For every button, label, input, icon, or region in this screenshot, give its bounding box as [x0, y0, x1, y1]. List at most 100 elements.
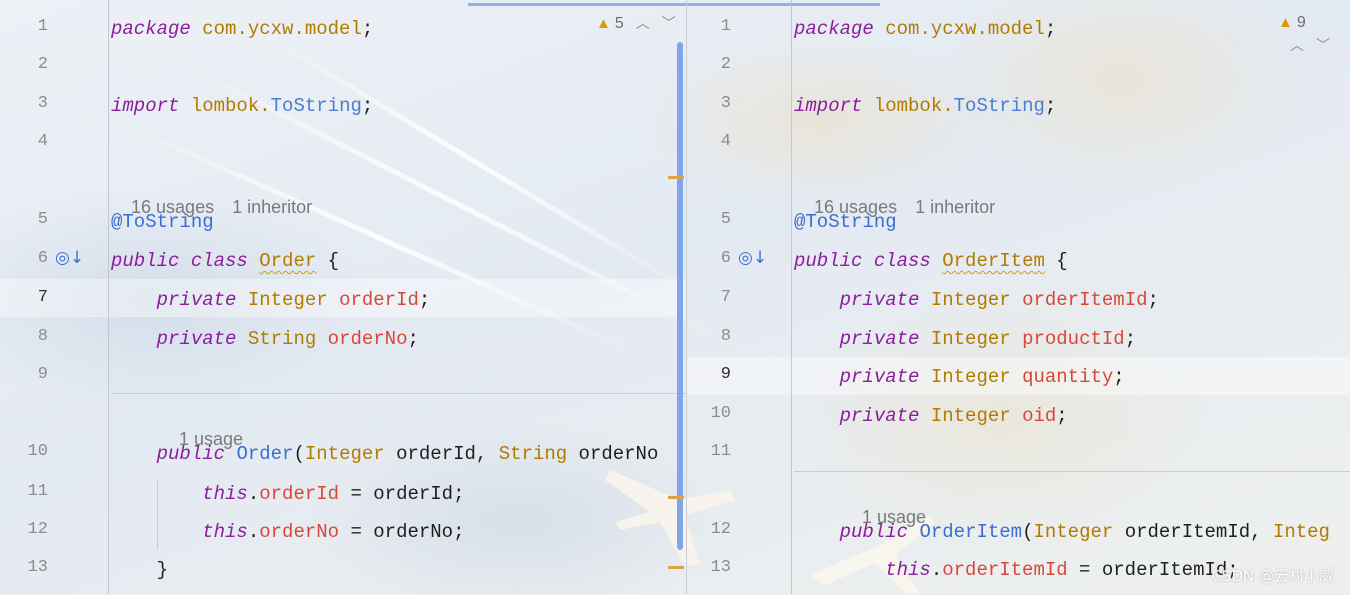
code-token: ;: [361, 18, 374, 40]
code-token: (: [1022, 521, 1034, 543]
line-number[interactable]: 7: [697, 288, 731, 307]
constructor-usage-hint[interactable]: 1 usage: [842, 481, 944, 527]
code-token: Integ: [1272, 521, 1330, 543]
error-stripe-marker[interactable]: [668, 566, 684, 569]
line-number[interactable]: 2: [697, 55, 731, 74]
line-number[interactable]: 12: [697, 520, 731, 539]
code-token: Integer: [930, 366, 1011, 388]
line-number[interactable]: 12: [14, 520, 48, 539]
line-number[interactable]: 3: [697, 94, 731, 113]
error-stripe-marker[interactable]: [668, 496, 684, 499]
line-number[interactable]: 1: [697, 17, 731, 36]
code-line[interactable]: private Integer productId;: [794, 326, 1137, 352]
code-token: orderNo: [327, 328, 408, 350]
code-token: }: [111, 559, 169, 581]
code-line[interactable]: package com.ycxw.model;: [111, 16, 373, 42]
usages-hint[interactable]: 16 usages: [814, 197, 897, 217]
line-number[interactable]: 3: [14, 94, 48, 113]
code-token: import: [794, 95, 863, 117]
active-tab-indicator: [468, 3, 686, 6]
line-number[interactable]: 5: [14, 210, 48, 229]
line-number[interactable]: 13: [14, 558, 48, 577]
line-number[interactable]: 9: [697, 365, 731, 384]
indent-guide: [157, 480, 158, 550]
scrollbar-thumb[interactable]: [677, 42, 683, 550]
code-token: package: [794, 18, 874, 40]
code-token: private: [839, 328, 920, 350]
line-number[interactable]: 9: [14, 365, 48, 384]
override-implementation-icon[interactable]: ◎↓: [738, 248, 767, 268]
code-token: orderNo: [567, 443, 659, 465]
line-number[interactable]: 11: [14, 482, 48, 501]
line-number[interactable]: 1: [14, 17, 48, 36]
line-number[interactable]: 10: [14, 442, 48, 461]
code-token: Order: [259, 250, 317, 272]
right-editor-pane[interactable]: 1 package com.ycxw.model; 2 3 import lombok.…: [687, 0, 1350, 594]
code-token: orderNo: [259, 521, 340, 543]
code-line[interactable]: private String orderNo;: [111, 326, 419, 352]
warning-triangle-icon: ▲: [596, 15, 611, 32]
line-number[interactable]: 6: [14, 249, 48, 268]
line-number[interactable]: 13: [697, 558, 731, 577]
chevron-down-icon[interactable]: ﹀: [662, 15, 676, 31]
gutter-border: [108, 0, 109, 594]
chevron-up-icon[interactable]: ︿: [1290, 37, 1304, 53]
line-number[interactable]: 2: [14, 55, 48, 74]
code-token: orderId: [259, 483, 340, 505]
code-line[interactable]: }: [111, 557, 168, 583]
method-separator: [794, 471, 1350, 472]
usages-hint[interactable]: 16 usages: [131, 197, 214, 217]
override-implementation-icon[interactable]: ◎↓: [55, 248, 84, 268]
code-line[interactable]: this.orderId = orderId;: [111, 481, 464, 507]
code-line[interactable]: private Integer oid;: [794, 403, 1068, 429]
chevron-up-icon[interactable]: ︿: [636, 15, 650, 31]
inheritors-hint[interactable]: 1 inheritor: [232, 197, 312, 217]
code-token: ;: [1044, 18, 1057, 40]
line-number[interactable]: 10: [697, 404, 731, 423]
code-token: class: [190, 250, 248, 272]
code-token: ;: [1147, 289, 1159, 311]
usages-hint[interactable]: 1 usage: [862, 507, 926, 527]
usages-hint[interactable]: 1 usage: [179, 429, 243, 449]
line-number[interactable]: 4: [14, 132, 48, 151]
class-usage-hint[interactable]: 16 usages 1 inheritor: [111, 171, 330, 217]
line-number[interactable]: 6: [697, 249, 731, 268]
line-number[interactable]: 11: [697, 442, 731, 461]
inspection-widget[interactable]: ▲ 5 ︿ ﹀: [596, 12, 676, 34]
line-number[interactable]: 4: [697, 132, 731, 151]
line-number[interactable]: 7: [14, 288, 48, 307]
left-editor-pane[interactable]: 1 package com.ycxw.model; 2 3 import lombok.…: [0, 0, 686, 594]
chevron-down-icon[interactable]: ﹀: [1316, 37, 1330, 53]
code-line[interactable]: private Integer orderItemId;: [794, 287, 1159, 313]
line-number[interactable]: 5: [697, 210, 731, 229]
constructor-usage-hint[interactable]: 1 usage: [159, 403, 261, 449]
code-line[interactable]: import lombok.ToString;: [794, 93, 1056, 119]
code-line[interactable]: public class Order {: [111, 248, 339, 274]
warning-triangle-icon: ▲: [1278, 14, 1293, 31]
line-number[interactable]: 8: [14, 327, 48, 346]
code-token: private: [839, 405, 920, 427]
line-number[interactable]: 8: [697, 327, 731, 346]
code-line[interactable]: public class OrderItem {: [794, 248, 1068, 274]
class-usage-hint[interactable]: 16 usages 1 inheritor: [794, 171, 1013, 217]
error-stripe-marker[interactable]: [668, 176, 684, 179]
inheritors-hint[interactable]: 1 inheritor: [915, 197, 995, 217]
code-line[interactable]: private Integer quantity;: [794, 364, 1125, 390]
code-line[interactable]: import lombok.ToString;: [111, 93, 373, 119]
inspection-widget[interactable]: ▲ 9 ︿ ﹀: [1278, 12, 1350, 53]
code-token: Integer: [1033, 521, 1114, 543]
code-line[interactable]: this.orderItemId = orderItemId;: [794, 557, 1238, 583]
code-line[interactable]: package com.ycxw.model;: [794, 16, 1056, 42]
code-line[interactable]: this.orderNo = orderNo;: [111, 519, 464, 545]
code-line[interactable]: private Integer orderId;: [111, 287, 431, 313]
